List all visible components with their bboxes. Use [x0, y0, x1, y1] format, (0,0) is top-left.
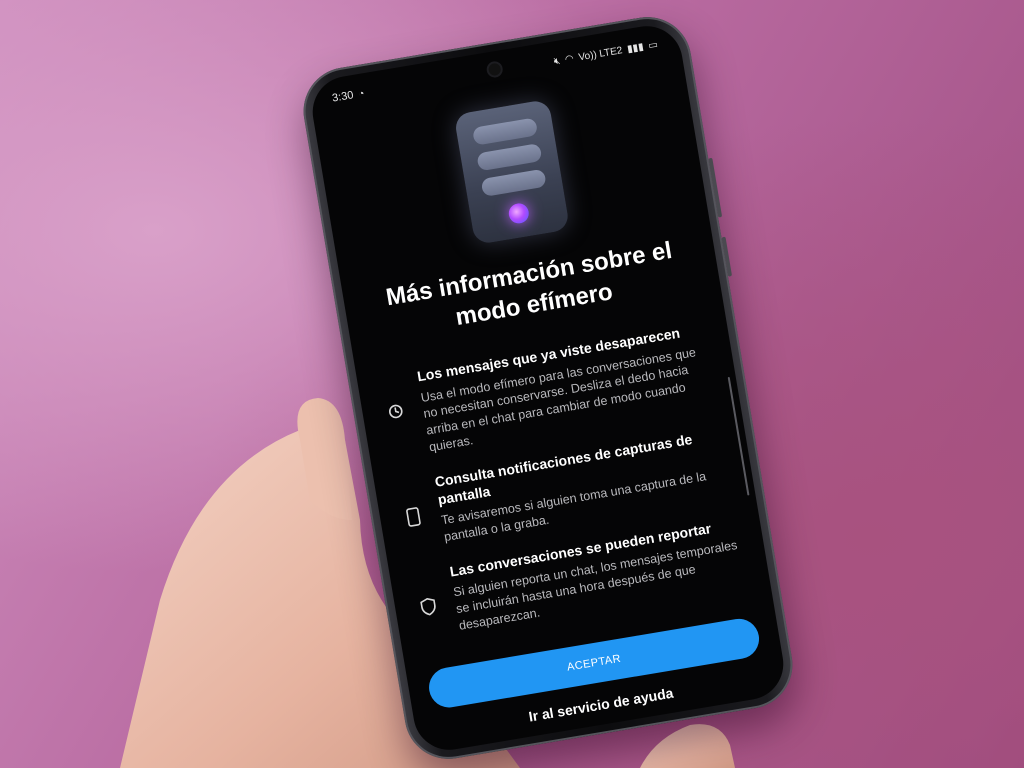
phone-outline-icon — [401, 504, 426, 529]
network-label: Vo)) LTE2 — [577, 44, 624, 63]
ephemeral-mode-illustration — [453, 98, 571, 246]
signal-icon: ▮▮▮ — [626, 41, 645, 55]
feature-list: Los mensajes que ya viste desaparecen Us… — [378, 320, 751, 658]
wifi-icon: ◠ — [564, 52, 575, 66]
shield-icon — [416, 594, 441, 619]
battery-icon: ▭ — [647, 38, 659, 52]
messenger-notification-icon: ◔ — [357, 87, 366, 100]
illustration-bar — [480, 168, 547, 198]
dialog-title: Más información sobre el modo efímero — [383, 236, 674, 332]
status-time: 3:30 — [331, 89, 355, 105]
illustration-glow-dot — [507, 201, 531, 225]
scrollbar[interactable] — [727, 376, 750, 496]
mute-icon: 🔇︎ — [552, 55, 562, 67]
timer-icon — [383, 399, 408, 424]
illustration-bar — [476, 143, 543, 172]
illustration-bar — [472, 117, 539, 146]
